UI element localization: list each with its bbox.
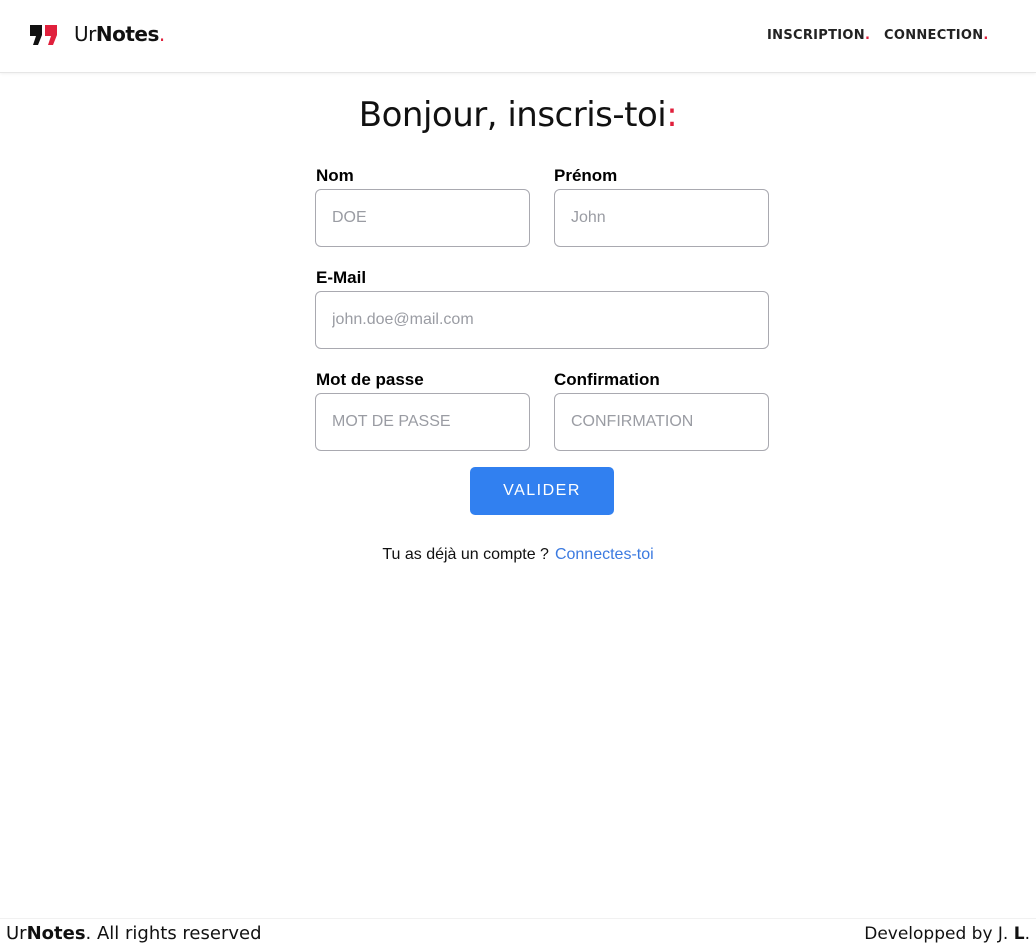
signin-text: Tu as déjà un compte ? [382,546,549,563]
email-label: E-Mail [316,268,367,287]
brand-bold: Notes [95,22,160,46]
password-input[interactable] [315,393,530,451]
prenom-input[interactable] [554,189,769,247]
submit-button[interactable]: VALIDER [470,467,614,515]
footer-brand-bold: Notes [26,923,86,944]
footer-credit-prefix: Developped by J. [864,924,1014,944]
logo[interactable] [29,23,59,47]
nav-inscription-label: INSCRIPTION [767,28,865,43]
footer-copyright: UrNotes. All rights reserved [6,923,262,944]
brand-prefix: Ur [74,22,96,46]
footer-credit-bold: L [1013,924,1025,944]
footer-credit-suffix: . [1024,924,1030,944]
quote-mark-icon [30,25,57,45]
nom-label: Nom [316,166,354,185]
email-input[interactable] [315,291,769,349]
confirmation-input[interactable] [554,393,769,451]
confirmation-label: Confirmation [554,370,660,389]
signin-link[interactable]: Connectes-toi [555,546,654,563]
signin-prompt: Tu as déjà un compte ? Connectes-toi [0,546,1036,564]
page-title-text: Bonjour, inscris-toi [358,95,667,135]
footer-brand-prefix: Ur [6,923,27,944]
nav-connection-label: CONNECTION [884,28,984,43]
footer-credit: Developped by J. L. [864,924,1030,944]
top-navbar: UrNotes. INSCRIPTION. CONNECTION. [0,0,1036,73]
nav-inscription[interactable]: INSCRIPTION. [767,28,870,43]
prenom-label: Prénom [554,166,618,185]
nav-connection[interactable]: CONNECTION. [884,28,989,43]
nom-input[interactable] [315,189,530,247]
password-label: Mot de passe [316,370,424,389]
page-title: Bonjour, inscris-toi: [0,95,1036,135]
page-title-accent: : [666,95,678,135]
nav-inscription-dot: . [864,28,871,43]
footer: UrNotes. All rights reserved Developped … [0,918,1036,945]
nav-connection-dot: . [983,28,989,43]
brand-dot: . [158,22,165,46]
brand-name[interactable]: UrNotes. [74,22,165,46]
footer-rights-text: . All rights reserved [85,923,262,944]
